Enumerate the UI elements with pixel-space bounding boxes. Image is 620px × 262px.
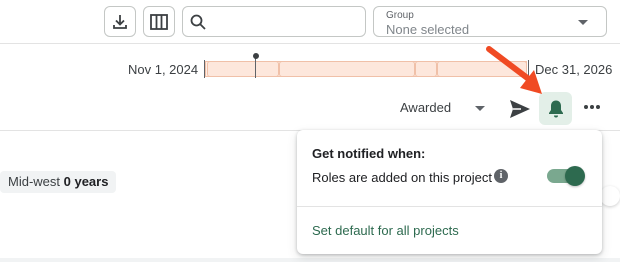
columns-button[interactable]	[143, 6, 175, 37]
region-chip: Mid-west 0 years	[0, 171, 117, 193]
popover-divider	[297, 206, 602, 207]
timeline-segment[interactable]	[279, 61, 415, 77]
bell-icon	[548, 100, 563, 117]
search-icon	[190, 14, 206, 30]
status-chevron-down-icon[interactable]	[475, 106, 485, 111]
timeline-start-date: Nov 1, 2024	[128, 62, 199, 77]
bottom-card-edge	[0, 258, 620, 262]
group-select[interactable]: Group None selected	[373, 6, 607, 37]
timeline-today-line	[255, 56, 256, 78]
search-input[interactable]	[182, 6, 366, 37]
toggle-knob[interactable]	[565, 166, 585, 186]
notify-popover: Get notified when: Roles are added on th…	[297, 130, 602, 254]
group-select-value: None selected	[386, 22, 470, 37]
download-icon	[113, 14, 127, 29]
columns-icon	[150, 13, 168, 30]
popover-title: Get notified when:	[312, 146, 426, 161]
timeline-segment[interactable]	[415, 61, 437, 77]
region-duration: 0 years	[63, 174, 109, 189]
send-icon[interactable]	[509, 99, 531, 119]
timeline-today-marker[interactable]	[253, 53, 259, 59]
timeline-segment[interactable]	[207, 61, 279, 77]
annotation-arrow-icon	[486, 46, 542, 94]
chevron-down-icon	[578, 20, 588, 25]
info-icon[interactable]: i	[494, 169, 508, 183]
download-button[interactable]	[104, 6, 136, 37]
group-select-label: Group	[386, 10, 414, 21]
status-select[interactable]: Awarded	[400, 100, 451, 115]
timeline-start-tick	[204, 60, 205, 78]
scroll-handle[interactable]	[600, 186, 620, 206]
notify-option-label: Roles are added on this project	[312, 170, 492, 185]
set-default-link[interactable]: Set default for all projects	[312, 223, 459, 238]
more-horizontal-icon[interactable]	[583, 104, 601, 110]
region-name: Mid-west	[8, 174, 64, 189]
